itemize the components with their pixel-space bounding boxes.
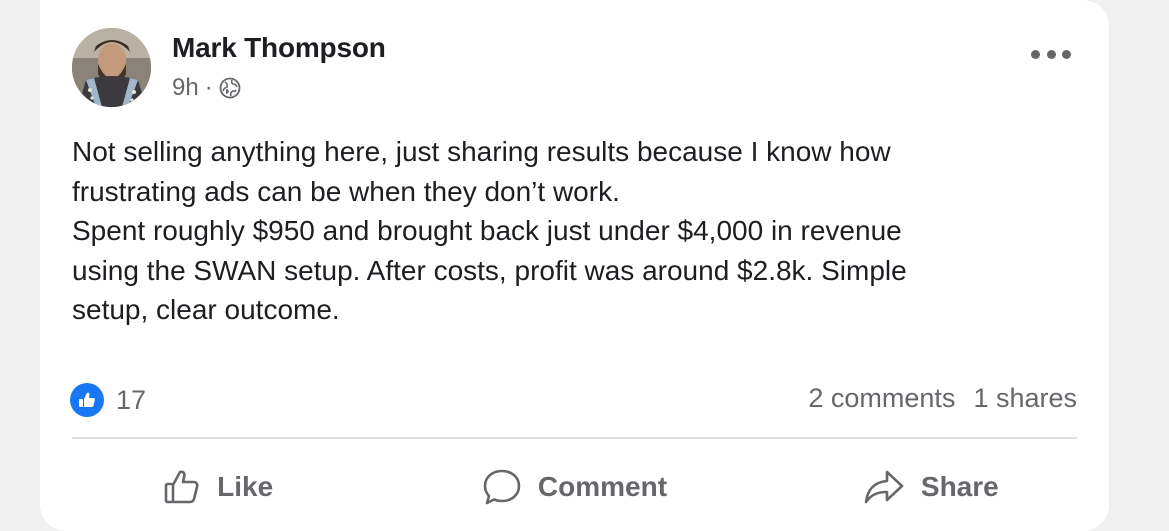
post-text-line: Not selling anything here, just sharing … bbox=[72, 136, 891, 167]
more-options-icon[interactable] bbox=[1031, 44, 1071, 64]
thumbs-up-icon bbox=[163, 468, 201, 506]
reaction-count: 17 bbox=[116, 384, 147, 415]
like-label: Like bbox=[217, 471, 274, 502]
avatar-image bbox=[72, 28, 151, 107]
reactions-summary[interactable]: 17 bbox=[70, 383, 146, 417]
action-bar: Like Comment Share bbox=[40, 462, 1109, 512]
post-text-line: Spent roughly $950 and brought back just… bbox=[72, 215, 902, 246]
post-text: Not selling anything here, just sharing … bbox=[72, 132, 1072, 330]
post-time[interactable]: 9h bbox=[172, 74, 199, 102]
shares-count[interactable]: 1 shares bbox=[973, 383, 1077, 414]
post-text-line: using the SWAN setup. After costs, profi… bbox=[72, 254, 907, 286]
comment-button[interactable]: Comment bbox=[396, 462, 752, 512]
share-button[interactable]: Share bbox=[753, 462, 1109, 512]
globe-icon[interactable] bbox=[219, 77, 241, 99]
post-text-line: setup, clear outcome. bbox=[72, 294, 340, 325]
comment-icon bbox=[482, 467, 522, 507]
like-reaction-icon bbox=[70, 383, 104, 417]
meta-separator: · bbox=[204, 74, 213, 101]
divider bbox=[72, 437, 1077, 439]
engagement-counts: 2 comments 1 shares bbox=[808, 383, 1077, 414]
post-text-line: frustrating ads can be when they don’t w… bbox=[72, 175, 620, 207]
comment-label: Comment bbox=[537, 471, 668, 502]
like-button[interactable]: Like bbox=[40, 462, 396, 512]
author-name[interactable]: Mark Thompson bbox=[172, 32, 386, 64]
share-label: Share bbox=[920, 471, 999, 502]
post-card: Mark Thompson 9h · Not selling anything … bbox=[40, 0, 1109, 531]
share-icon bbox=[863, 468, 905, 506]
post-meta: 9h · bbox=[172, 74, 241, 102]
avatar[interactable] bbox=[72, 28, 151, 107]
comments-count[interactable]: 2 comments bbox=[808, 383, 955, 414]
